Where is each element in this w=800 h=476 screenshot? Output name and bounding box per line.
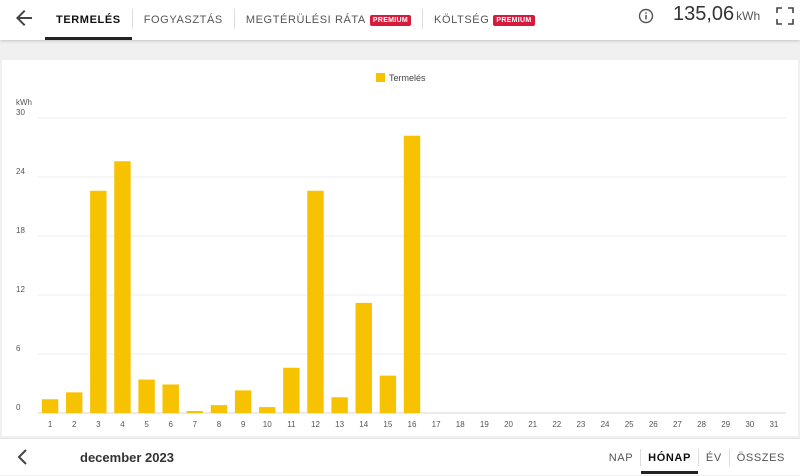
- production-bar-chart: TermeléskWh06121824301 2 3 4 5 6 7 8 9 10 11 12 13 14…: [16, 73, 786, 429]
- premium-badge: PREMIUM: [493, 14, 535, 26]
- bar-day-3[interactable]: [90, 190, 107, 413]
- bar-day-1[interactable]: [41, 399, 59, 413]
- range-tab-honap[interactable]: HÓNAP: [641, 439, 698, 476]
- bar-day-4[interactable]: [114, 161, 131, 413]
- bar-day-6[interactable]: [162, 384, 179, 413]
- y-tick-label: 24: [16, 167, 25, 176]
- total-production: 135,06 kWh: [673, 3, 760, 26]
- bar-day-16[interactable]: [403, 135, 421, 413]
- premium-badge: PREMIUM: [369, 14, 412, 26]
- x-tick-label: 29: [721, 420, 730, 429]
- x-tick-label: 20: [504, 420, 513, 429]
- x-tick-label: 16: [408, 420, 417, 429]
- tab-termeles[interactable]: TERMELÉS: [45, 0, 132, 40]
- bar-day-5[interactable]: [138, 379, 155, 413]
- y-tick-label: 12: [16, 285, 25, 294]
- x-tick-label: 10: [263, 420, 272, 429]
- bar-day-12[interactable]: [307, 190, 324, 413]
- period-label: december 2023: [80, 450, 174, 465]
- x-tick-label: 21: [528, 420, 537, 429]
- x-tick-label: 5: [144, 420, 149, 429]
- bar-day-11[interactable]: [283, 367, 300, 413]
- x-tick-label: 18: [456, 420, 465, 429]
- bar-day-13[interactable]: [331, 397, 348, 413]
- total-value: 135,06: [673, 3, 735, 25]
- legend-label: Termelés: [389, 73, 426, 83]
- range-tab-ev[interactable]: ÉV: [699, 439, 729, 476]
- x-tick-label: 22: [552, 420, 561, 429]
- x-tick-label: 7: [193, 420, 198, 429]
- tab-label: MEGTÉRÜLÉSI RÁTA: [245, 14, 366, 26]
- tab-fogyasztas[interactable]: FOGYASZTÁS: [133, 0, 234, 40]
- x-tick-label: 3: [96, 420, 101, 429]
- tab-koltseg[interactable]: KÖLTSÉG PREMIUM: [423, 0, 546, 40]
- arrow-left-icon[interactable]: [12, 6, 36, 30]
- info-icon[interactable]: [638, 8, 654, 24]
- x-tick-label: 28: [697, 420, 706, 429]
- total-unit: kWh: [736, 9, 761, 23]
- x-tick-label: 27: [673, 420, 682, 429]
- y-tick-label: 18: [16, 226, 25, 235]
- x-tick-label: 30: [745, 420, 754, 429]
- x-tick-label: 6: [168, 420, 173, 429]
- bar-day-15[interactable]: [379, 375, 397, 413]
- chart-legend: Termelés: [376, 73, 426, 83]
- x-tick-label: 9: [241, 420, 246, 429]
- x-tick-label: 24: [601, 420, 610, 429]
- y-axis-label: kWh: [16, 98, 32, 107]
- x-tick-label: 12: [311, 420, 320, 429]
- bar-day-2[interactable]: [65, 392, 83, 413]
- x-tick-label: 14: [359, 420, 368, 429]
- x-tick-label: 13: [335, 420, 344, 429]
- x-tick-label: 11: [287, 420, 296, 429]
- bar-day-9[interactable]: [234, 390, 252, 413]
- x-tick-label: 1: [48, 420, 53, 429]
- x-tick-label: 8: [217, 420, 222, 429]
- x-tick-label: 4: [120, 420, 125, 429]
- x-tick-label: 25: [625, 420, 634, 429]
- x-tick-label: 26: [649, 420, 658, 429]
- chevron-left-icon[interactable]: [14, 448, 32, 466]
- y-tick-label: 30: [16, 108, 25, 117]
- tab-label: FOGYASZTÁS: [143, 14, 223, 26]
- tab-label: TERMELÉS: [56, 14, 121, 26]
- x-tick-label: 17: [432, 420, 441, 429]
- x-tick-label: 19: [480, 420, 489, 429]
- x-tick-label: 2: [72, 420, 77, 429]
- x-tick-label: 23: [576, 420, 585, 429]
- bottom-bar: december 2023 NAP HÓNAP ÉV ÖSSZES: [0, 438, 800, 475]
- chart-card: Termelés kWh 0 6 12 18 24 30 1 2 3 4 5 6 7 8 9 10 11 12 13 14…: [2, 60, 798, 436]
- range-tab-nap[interactable]: NAP: [602, 439, 640, 476]
- tab-label: KÖLTSÉG: [434, 14, 490, 26]
- view-tabs: TERMELÉS FOGYASZTÁS MEGTÉRÜLÉSI RÁTA PREMIU…: [45, 0, 546, 40]
- range-tabs: NAP HÓNAP ÉV ÖSSZES: [602, 439, 792, 476]
- x-tick-label: 31: [769, 420, 778, 429]
- bar-day-8[interactable]: [210, 405, 228, 413]
- range-tab-osszes[interactable]: ÖSSZES: [730, 439, 792, 476]
- bar-day-10[interactable]: [259, 407, 276, 413]
- y-tick-label: 6: [16, 344, 21, 353]
- bar-day-7[interactable]: [186, 411, 204, 413]
- tab-megterulesi-rata[interactable]: MEGTÉRÜLÉSI RÁTA PREMIUM: [235, 0, 422, 40]
- y-tick-label: 0: [16, 403, 21, 412]
- bar-day-14[interactable]: [355, 302, 372, 413]
- x-tick-label: 15: [383, 420, 392, 429]
- fullscreen-icon[interactable]: [776, 7, 794, 25]
- top-bar: TERMELÉS FOGYASZTÁS MEGTÉRÜLÉSI RÁTA PREMIU…: [0, 0, 800, 40]
- legend-swatch: [376, 73, 385, 82]
